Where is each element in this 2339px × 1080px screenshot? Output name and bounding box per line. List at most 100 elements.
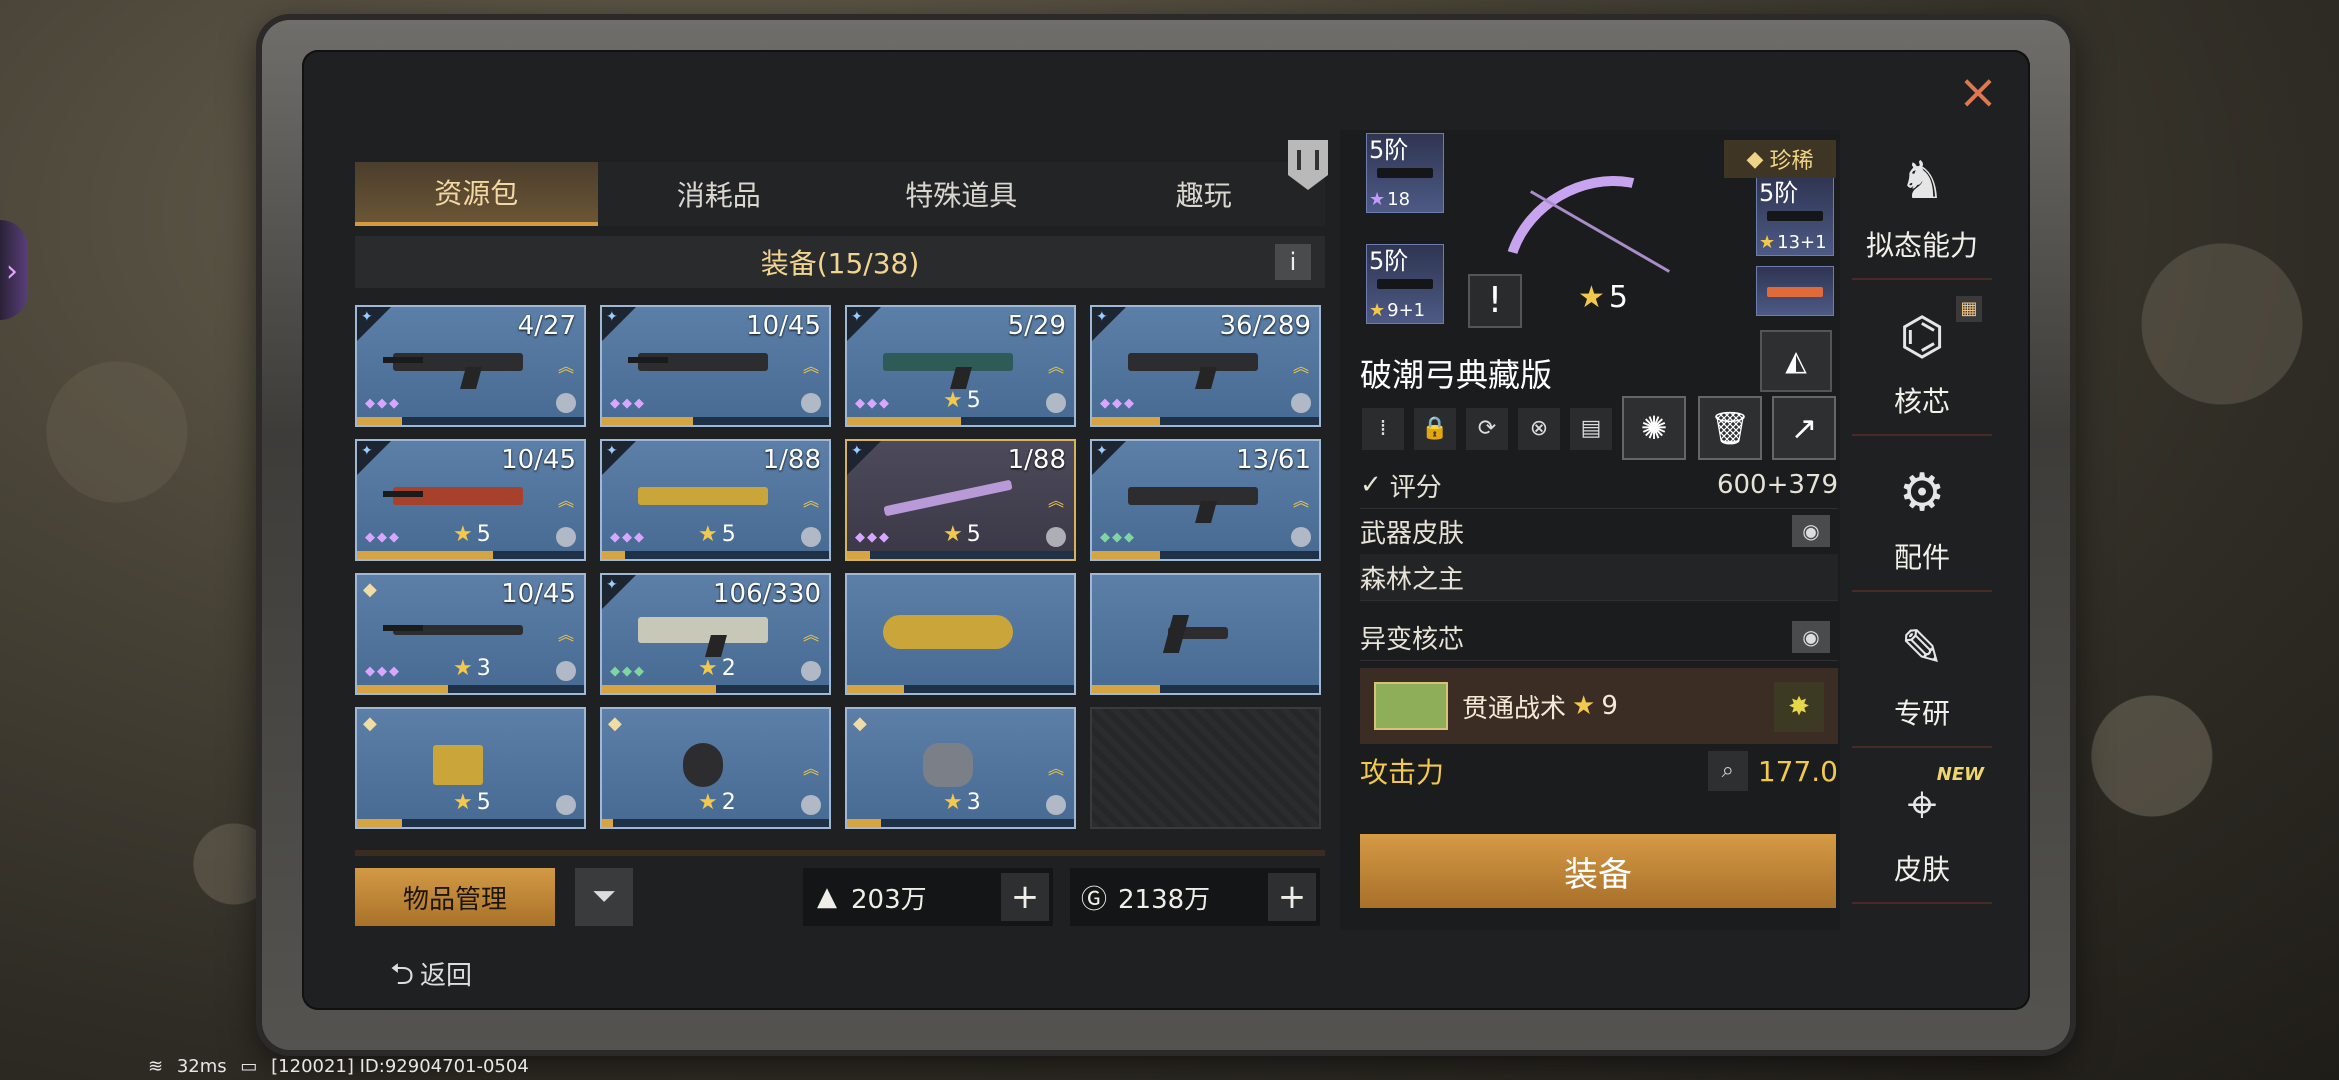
attachment-slot[interactable]: 5阶 13+1 [1756, 176, 1834, 256]
rarity-icon: ✦ [361, 309, 373, 325]
item-slot[interactable]: ◆ 5 [355, 707, 586, 829]
reload-icon[interactable]: ⟳ [1466, 408, 1508, 450]
sidebar-item-attachment[interactable]: ⚙ 配件 [1852, 442, 1992, 592]
progress-fill [357, 417, 403, 425]
diamond-icon: ◆ [608, 713, 622, 734]
score-value: 600+379 [1716, 470, 1838, 500]
eye-icon[interactable]: ◉ [1792, 515, 1830, 547]
rarity-icon: ✦ [606, 309, 618, 325]
sidebar-item-core[interactable]: ▦ ⌬ 核芯 [1852, 286, 1992, 436]
item-slot[interactable]: ✦ 1/88 ︽ ◆◆◆ 5 [600, 439, 831, 561]
lock-icon [1291, 527, 1311, 547]
rail-icon[interactable]: ▤ [1570, 408, 1612, 450]
sidebar-item-mimic[interactable]: ♞ 拟态能力 [1852, 130, 1992, 280]
currency-coin: Ⓖ 2138万 + [1070, 868, 1320, 926]
quality-dots: ◆◆◆ [610, 530, 646, 545]
equip-button[interactable]: 装备 [1360, 834, 1836, 908]
sidebar-item-skin[interactable]: NEW ⌖ 皮肤 [1852, 754, 1992, 904]
attack-row: 攻击力 ⌕ 177.0 [1360, 748, 1838, 794]
gear-icon[interactable]: ✺ [1622, 396, 1686, 460]
tab-special-items[interactable]: 特殊道具 [840, 162, 1083, 226]
item-slot-selected[interactable]: ✦ 1/88 ︽ ◆◆◆ 5 [845, 439, 1076, 561]
lock-icon [556, 393, 576, 413]
core-row-header: 异变核芯 ◉ [1360, 614, 1838, 661]
item-slot[interactable]: ◆ ︽ 2 [600, 707, 831, 829]
sidebar-label: 专研 [1893, 697, 1950, 730]
lock-icon [1291, 393, 1311, 413]
rank-chevron-icon: ︽ [1047, 357, 1064, 376]
rarity-icon: ✦ [606, 443, 618, 459]
tab-consumables[interactable]: 消耗品 [598, 162, 841, 226]
warning-icon[interactable]: ! [1468, 274, 1522, 328]
progress-fill [602, 417, 693, 425]
coin-icon: Ⓖ [1080, 884, 1107, 915]
add-coin-button[interactable]: + [1268, 873, 1316, 921]
attachment-slot[interactable]: 5阶 18 [1366, 133, 1444, 213]
attachment-icon: ⚙ [1898, 463, 1946, 523]
skin-row: 武器皮肤 ◉ [1360, 508, 1838, 555]
sidebar-item-research[interactable]: ✎ 专研 [1852, 598, 1992, 748]
energy-rifle-icon [873, 337, 1023, 389]
attachment-slot[interactable]: 5阶 9+1 [1366, 244, 1444, 324]
tab-resource-pack[interactable]: 资源包 [355, 162, 598, 226]
core-name: 贯通战术 [1462, 693, 1567, 724]
section-title: 装备(15/38) [760, 247, 920, 280]
armor-suit-icon [383, 739, 533, 791]
currency-value: 2138万 [1118, 884, 1211, 915]
item-slot[interactable] [1090, 573, 1321, 695]
lock-icon [556, 661, 576, 681]
quality-dots: ◆◆◆ [1100, 396, 1136, 411]
add-gold-button[interactable]: + [1001, 873, 1049, 921]
diamond-icon: ◆ [363, 579, 377, 600]
item-slot[interactable]: ✦ 13/61 ︽ ◆◆◆ [1090, 439, 1321, 561]
slot-stars: 9+1 [1369, 300, 1425, 321]
item-slot[interactable]: ✦ 106/330 ︽ ◆◆◆ 2 [600, 573, 831, 695]
star-level: 3 [453, 656, 491, 681]
lock-icon [1046, 795, 1066, 815]
skin-value-row: 森林之主 [1360, 554, 1838, 601]
trait-icons: ⁞ 🔒 ⟳ ⊗ ▤ [1362, 408, 1612, 450]
star-level: 5 [453, 790, 491, 815]
item-slot[interactable]: ✦ 36/289 ︽ ◆◆◆ [1090, 305, 1321, 427]
core-item[interactable]: 贯通战术 9 ✸ [1360, 668, 1838, 744]
filter-icon[interactable]: ⏷ [575, 868, 633, 926]
attachment-slot[interactable] [1756, 266, 1834, 316]
rank-chevron-icon: ︽ [802, 491, 819, 510]
attack-value: 177.0 [1757, 754, 1838, 788]
item-slot[interactable]: ✦ 4/27 ︽ ◆◆◆ [355, 305, 586, 427]
item-slot[interactable]: ✦ 10/45 ︽ ◆◆◆ 5 [355, 439, 586, 561]
cube-icon[interactable]: ◭ [1760, 330, 1832, 392]
close-button[interactable]: × [1956, 68, 2000, 116]
cancel-icon[interactable]: ⊗ [1518, 408, 1560, 450]
item-slot[interactable]: ✦ 10/45 ︽ ◆◆◆ [600, 305, 831, 427]
back-arrow-icon: ⮌ [390, 957, 415, 992]
slot-stars: 13+1 [1759, 232, 1826, 253]
quality-dots: ◆◆◆ [1100, 530, 1136, 545]
lock-icon[interactable]: 🔒 [1414, 408, 1456, 450]
trash-icon[interactable]: 🗑 [1698, 396, 1762, 460]
item-slot[interactable]: ✦ 5/29 ︽ ◆◆◆ 5 [845, 305, 1076, 427]
category-tabs: 资源包 消耗品 特殊道具 趣玩 [355, 162, 1325, 226]
star-level: 5 [453, 522, 491, 547]
rank-chevron-icon: ︽ [802, 625, 819, 644]
rarity-icon: ✦ [851, 443, 863, 459]
item-slot[interactable]: ◆ 10/45 ︽ ◆◆◆ 3 [355, 573, 586, 695]
ammo-icon[interactable]: ⁞ [1362, 408, 1404, 450]
axe-icon [1118, 605, 1268, 657]
progress-fill [357, 551, 494, 559]
attack-label: 攻击力 [1360, 756, 1445, 789]
item-management-button[interactable]: 物品管理 [355, 868, 555, 926]
item-slot[interactable]: ◆ ︽ 3 [845, 707, 1076, 829]
sidebar-label: 配件 [1893, 541, 1950, 574]
item-slot[interactable] [845, 573, 1076, 695]
search-icon[interactable]: ⌕ [1707, 751, 1748, 791]
lock-icon [801, 527, 821, 547]
eye-icon[interactable]: ◉ [1792, 621, 1830, 653]
chevron-right-icon: › [6, 254, 18, 289]
side-drawer-handle[interactable]: › [0, 220, 28, 320]
golden-bow-icon [628, 471, 778, 523]
info-button[interactable]: i [1275, 244, 1311, 280]
gold-bars-icon: ▲ [817, 882, 837, 912]
back-button[interactable]: ⮌ 返回 [390, 952, 472, 1003]
share-icon[interactable]: ↗ [1772, 396, 1836, 460]
